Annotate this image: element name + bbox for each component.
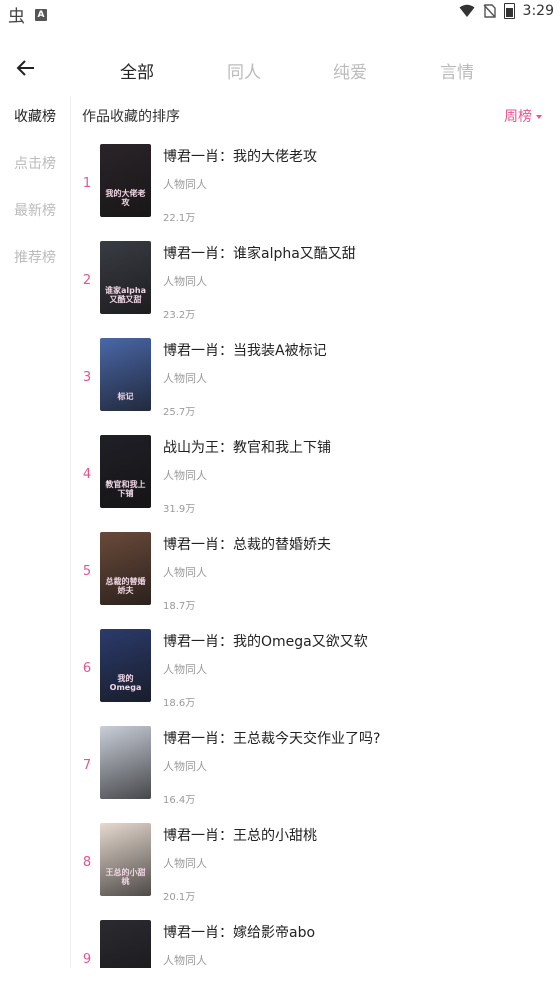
book-title: 博君一肖：当我装A被标记	[163, 343, 327, 359]
rank-number: 9	[82, 952, 92, 967]
book-list-item[interactable]: 6 我的Omega 博君一肖：我的Omega又欲又软 人物同人 18.6万	[70, 621, 560, 718]
book-list-item[interactable]: 3 标记 博君一肖：当我装A被标记 人物同人 25.7万	[70, 330, 560, 427]
book-list-item[interactable]: 4 教官和我上下铺 战山为王：教官和我上下铺 人物同人 31.9万	[70, 427, 560, 524]
book-title: 战山为王：教官和我上下铺	[163, 440, 331, 456]
rank-number: 7	[82, 758, 92, 773]
tab-fanfic[interactable]: 同人	[227, 58, 261, 83]
book-category: 人物同人	[163, 178, 207, 191]
book-list-item[interactable]: 1 我的大佬老攻 博君一肖：我的大佬老攻 人物同人 22.1万	[70, 136, 560, 233]
rank-number: 4	[82, 467, 92, 482]
cover-title-text: 王总的小甜桃	[105, 868, 146, 886]
book-list-item[interactable]: 8 王总的小甜桃 博君一肖：王总的小甜桃 人物同人 20.1万	[70, 815, 560, 912]
status-time: 3:29	[522, 3, 554, 19]
rank-number: 5	[82, 564, 92, 579]
no-sim-icon	[483, 4, 496, 18]
book-title: 博君一肖：嫁给影帝abo	[163, 925, 316, 941]
book-category: 人物同人	[163, 275, 207, 288]
book-title: 博君一肖：我的大佬老攻	[163, 149, 317, 165]
top-navigation: 全部 同人 纯爱 言情	[0, 48, 560, 92]
section-title: 作品收藏的排序	[82, 109, 180, 125]
cover-title-text: 我的大佬老攻	[105, 189, 146, 207]
book-cover-image[interactable]: 教官和我上下铺	[100, 435, 151, 508]
back-arrow-icon[interactable]	[12, 54, 40, 82]
cover-title-text: 教官和我上下铺	[105, 480, 146, 498]
book-category: 人物同人	[163, 372, 207, 385]
book-category: 人物同人	[163, 857, 207, 870]
wifi-icon	[459, 4, 475, 17]
status-bar: 虫 A 3:29	[0, 0, 560, 27]
sidebar-item-recommended[interactable]: 推荐榜	[0, 247, 70, 267]
book-title: 博君一肖：王总的小甜桃	[163, 828, 317, 844]
book-cover-image[interactable]: 总裁的替婚娇夫	[100, 532, 151, 605]
favorite-count: 22.1万	[163, 213, 196, 224]
app-notification-icon: 虫	[8, 7, 25, 27]
content-header: 作品收藏的排序 周榜	[82, 106, 550, 128]
book-list-item[interactable]: 9 博君一肖：嫁给影帝abo 人物同人	[70, 912, 560, 968]
rank-number: 1	[82, 176, 92, 191]
book-cover-image[interactable]	[100, 920, 151, 968]
favorite-count: 25.7万	[163, 407, 196, 418]
favorite-count: 23.2万	[163, 310, 196, 321]
book-list: 1 我的大佬老攻 博君一肖：我的大佬老攻 人物同人 22.1万 2 谁家alpha又酷又甜博…	[70, 136, 560, 968]
notification-badge-icon: A	[35, 8, 47, 21]
book-cover-image[interactable]	[100, 726, 151, 799]
favorite-count: 18.6万	[163, 698, 196, 709]
book-category: 人物同人	[163, 954, 207, 967]
tab-all[interactable]: 全部	[120, 58, 154, 83]
rank-number: 8	[82, 855, 92, 870]
cover-title-text: 标记	[117, 392, 134, 401]
battery-icon	[503, 3, 515, 19]
favorite-count: 16.4万	[163, 795, 196, 806]
sidebar-item-newest[interactable]: 最新榜	[0, 200, 70, 220]
tab-romance[interactable]: 言情	[440, 58, 474, 83]
cover-title-text: 我的Omega	[109, 674, 142, 692]
rank-number: 2	[82, 273, 92, 288]
book-cover-image[interactable]: 我的大佬老攻	[100, 144, 151, 217]
favorite-count: 31.9万	[163, 504, 196, 515]
book-title: 博君一肖：谁家alpha又酷又甜	[163, 246, 356, 262]
tab-bl[interactable]: 纯爱	[333, 58, 367, 83]
period-dropdown[interactable]: 周榜	[504, 106, 542, 126]
book-category: 人物同人	[163, 566, 207, 579]
sidebar-item-favorites[interactable]: 收藏榜	[0, 106, 70, 126]
book-title: 博君一肖：总裁的替婚娇夫	[163, 537, 331, 553]
ranking-sidebar: 收藏榜 点击榜 最新榜 推荐榜	[0, 96, 71, 968]
book-title: 博君一肖：王总裁今天交作业了吗?	[163, 731, 381, 747]
book-list-item[interactable]: 7 博君一肖：王总裁今天交作业了吗? 人物同人 16.4万	[70, 718, 560, 815]
book-cover-image[interactable]: 王总的小甜桃	[100, 823, 151, 896]
book-category: 人物同人	[163, 760, 207, 773]
book-list-item[interactable]: 2 谁家alpha又酷又甜 博君一肖：谁家alpha又酷又甜 人物同人 23.2万	[70, 233, 560, 330]
period-dropdown-label: 周榜	[504, 109, 532, 125]
favorite-count: 20.1万	[163, 892, 196, 903]
status-right: 3:29	[459, 3, 554, 19]
book-cover-image[interactable]: 我的Omega	[100, 629, 151, 702]
favorite-count: 18.7万	[163, 601, 196, 612]
status-left: 虫 A	[8, 2, 47, 27]
cover-title-text: 总裁的替婚娇夫	[105, 577, 146, 595]
rank-number: 3	[82, 370, 92, 385]
book-cover-image[interactable]: 谁家alpha又酷又甜	[100, 241, 151, 314]
book-category: 人物同人	[163, 469, 207, 482]
book-title: 博君一肖：我的Omega又欲又软	[163, 634, 368, 650]
book-cover-image[interactable]: 标记	[100, 338, 151, 411]
dropdown-caret-icon	[536, 115, 542, 119]
cover-title-text: 谁家alpha又酷又甜	[105, 286, 146, 304]
sidebar-item-clicks[interactable]: 点击榜	[0, 153, 70, 173]
book-list-item[interactable]: 5 总裁的替婚娇夫 博君一肖：总裁的替婚娇夫 人物同人 18.7万	[70, 524, 560, 621]
book-category: 人物同人	[163, 663, 207, 676]
rank-number: 6	[82, 661, 92, 676]
